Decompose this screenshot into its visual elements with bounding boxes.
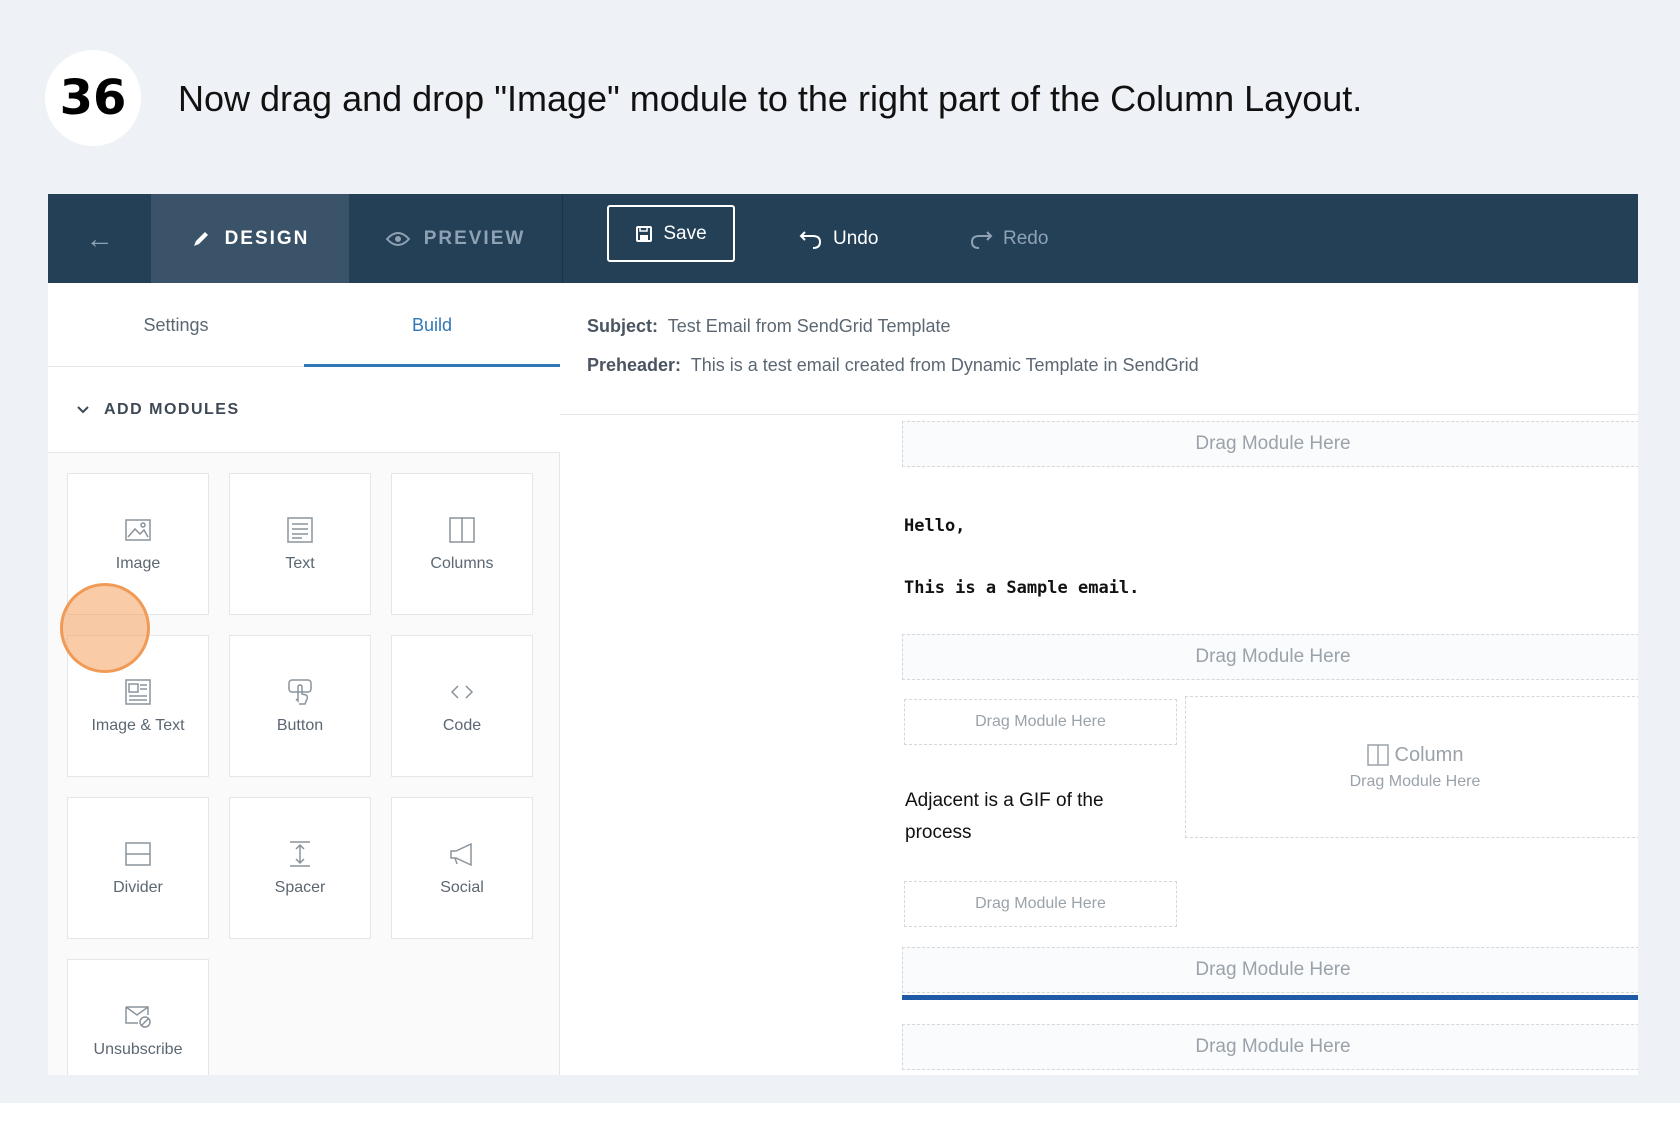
- pencil-icon: [193, 231, 208, 246]
- column-title: Column: [1366, 743, 1464, 767]
- preview-tab-label: PREVIEW: [423, 227, 526, 249]
- drop-zone[interactable]: Drag Module Here: [902, 421, 1638, 467]
- module-text[interactable]: Text: [229, 473, 371, 615]
- save-button-label: Save: [663, 222, 707, 244]
- drop-zone[interactable]: Drag Module Here: [902, 947, 1638, 993]
- columns-icon: [449, 517, 475, 543]
- drop-zone[interactable]: Drag Module Here: [902, 1024, 1638, 1070]
- module-unsubscribe[interactable]: Unsubscribe: [67, 959, 209, 1075]
- undo-label: Undo: [833, 227, 879, 249]
- add-modules-header[interactable]: ADD MODULES: [48, 367, 560, 453]
- column-title-label: Column: [1394, 743, 1464, 766]
- email-editor-window: ← DESIGN PREVIEW Save Undo Redo Settings…: [48, 194, 1638, 1075]
- redo-label: Redo: [1003, 227, 1049, 249]
- spacer-icon: [290, 841, 310, 867]
- module-label: Code: [442, 717, 482, 734]
- column-icon: [1366, 744, 1389, 766]
- tutorial-frame: 36 Now drag and drop "Image" module to t…: [0, 0, 1680, 1103]
- module-columns[interactable]: Columns: [391, 473, 533, 615]
- undo-button[interactable]: Undo: [799, 194, 878, 283]
- module-label: Unsubscribe: [93, 1041, 183, 1058]
- module-label: Button: [276, 717, 324, 734]
- code-icon: [450, 685, 474, 699]
- unsubscribe-mail-icon: [125, 1006, 151, 1028]
- tab-settings[interactable]: Settings: [48, 283, 304, 367]
- megaphone-icon: [450, 842, 472, 867]
- redo-button[interactable]: Redo: [969, 194, 1048, 283]
- redo-icon: [970, 230, 993, 249]
- drop-zone[interactable]: Drag Module Here: [902, 634, 1638, 680]
- gif-caption[interactable]: Adjacent is a GIF of the process: [905, 785, 1145, 849]
- arrow-left-icon: ←: [85, 222, 114, 254]
- back-button[interactable]: ←: [48, 194, 151, 283]
- preview-tab[interactable]: PREVIEW: [349, 194, 563, 283]
- preheader-row: Preheader: This is a test email created …: [587, 355, 1199, 376]
- preheader-label: Preheader:: [587, 355, 682, 375]
- save-button[interactable]: Save: [607, 205, 735, 262]
- module-label: Social: [440, 879, 484, 896]
- right-column-drop-target[interactable]: Column Drag Module Here: [1185, 696, 1638, 838]
- email-meta: Subject: Test Email from SendGrid Templa…: [560, 283, 1638, 415]
- eye-icon: [385, 231, 410, 246]
- image-text-icon: [125, 679, 151, 705]
- design-tab[interactable]: DESIGN: [151, 194, 349, 283]
- image-icon: [125, 519, 151, 541]
- email-canvas: Subject: Test Email from SendGrid Templa…: [560, 283, 1638, 1075]
- module-spacer[interactable]: Spacer: [229, 797, 371, 939]
- chevron-down-icon: [77, 405, 89, 413]
- cursor-highlight: [60, 583, 150, 673]
- save-icon: [636, 225, 653, 242]
- drop-zone-left-column[interactable]: Drag Module Here: [904, 881, 1177, 927]
- module-label: Image & Text: [91, 717, 185, 734]
- subject-value[interactable]: Test Email from SendGrid Template: [668, 316, 951, 336]
- module-divider[interactable]: Divider: [67, 797, 209, 939]
- sidebar-tabs: Settings Build: [48, 283, 560, 367]
- tab-build[interactable]: Build: [304, 283, 560, 367]
- undo-icon: [799, 230, 822, 249]
- module-button[interactable]: Button: [229, 635, 371, 777]
- module-social[interactable]: Social: [391, 797, 533, 939]
- drop-zone-left-column[interactable]: Drag Module Here: [904, 699, 1177, 745]
- body-text[interactable]: This is a Sample email.: [904, 578, 1139, 598]
- subject-row: Subject: Test Email from SendGrid Templa…: [587, 316, 950, 337]
- preheader-value[interactable]: This is a test email created from Dynami…: [691, 355, 1199, 375]
- greeting-text[interactable]: Hello,: [904, 516, 965, 536]
- module-label: Text: [285, 555, 315, 572]
- text-icon: [287, 517, 313, 543]
- editor-toolbar: ← DESIGN PREVIEW Save Undo Redo: [48, 194, 1638, 283]
- module-label: Image: [115, 555, 161, 572]
- module-label: Columns: [430, 555, 494, 572]
- design-tab-label: DESIGN: [224, 227, 310, 249]
- subject-label: Subject:: [587, 316, 659, 336]
- column-drop-hint: Drag Module Here: [1349, 772, 1481, 790]
- button-pointer-icon: [288, 679, 312, 705]
- left-sidebar: Settings Build ADD MODULES Image Text Co…: [48, 283, 560, 1075]
- module-code[interactable]: Code: [391, 635, 533, 777]
- add-modules-title: ADD MODULES: [104, 400, 240, 418]
- step-number-badge: 36: [45, 50, 141, 146]
- step-instruction: Now drag and drop "Image" module to the …: [178, 78, 1363, 119]
- module-label: Divider: [113, 879, 163, 896]
- drop-indicator-line: [902, 995, 1638, 1000]
- module-label: Spacer: [274, 879, 326, 896]
- divider-icon: [125, 842, 151, 866]
